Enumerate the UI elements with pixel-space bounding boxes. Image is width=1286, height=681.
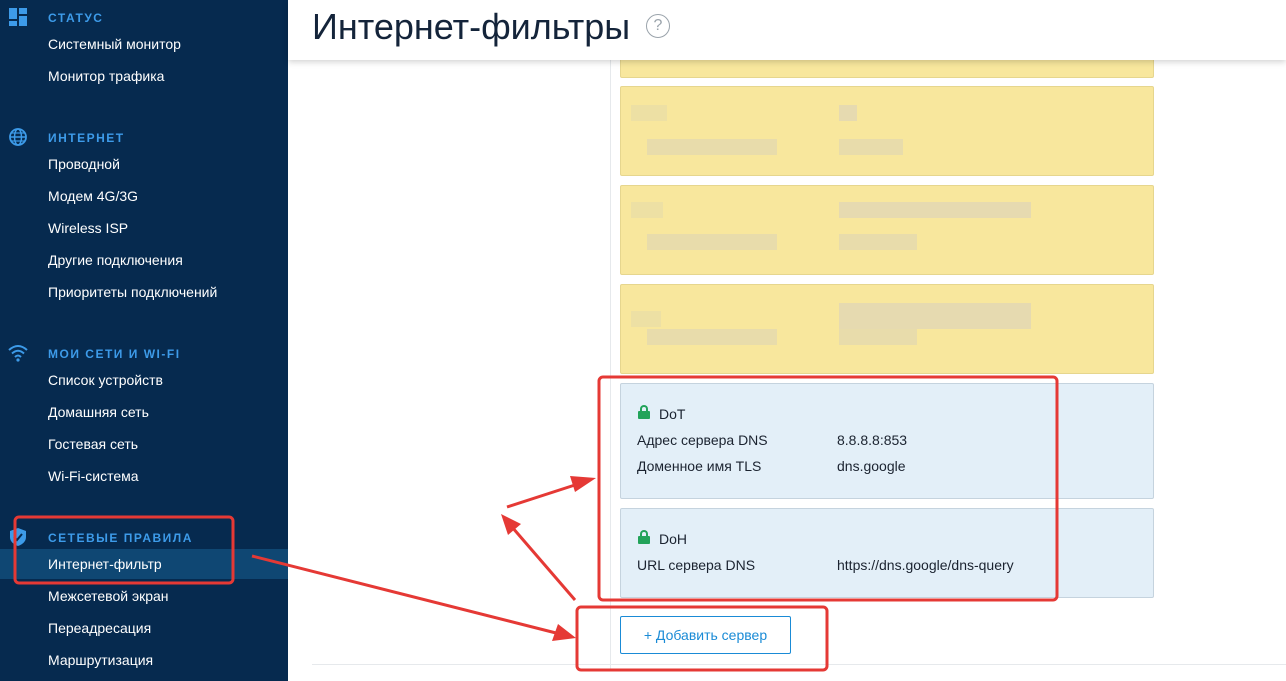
redacted-server-card	[620, 185, 1154, 275]
sidebar-item-wired[interactable]: Проводной	[0, 149, 288, 179]
server-field-label: Доменное имя TLS	[637, 458, 762, 474]
sidebar-item-label: Приоритеты подключений	[48, 284, 218, 300]
server-type: DoH	[659, 531, 688, 547]
sidebar-item-home-network[interactable]: Домашняя сеть	[0, 397, 288, 427]
section-label: СТАТУС	[48, 11, 104, 25]
sidebar-item-label: Список устройств	[48, 372, 163, 388]
lock-icon	[638, 530, 650, 544]
server-card-dot[interactable]: DoT Адрес сервера DNS 8.8.8.8:853 Доменн…	[620, 383, 1154, 499]
sidebar-item-connection-priorities[interactable]: Приоритеты подключений	[0, 277, 288, 307]
sidebar-item-wireless-isp[interactable]: Wireless ISP	[0, 213, 288, 243]
sidebar-item-label: Маршрутизация	[48, 652, 154, 668]
sidebar-item-label: Монитор трафика	[48, 68, 165, 84]
redacted-server-card	[620, 86, 1154, 176]
sidebar-item-label: Модем 4G/3G	[48, 188, 139, 204]
server-field-label: Адрес сервера DNS	[637, 432, 768, 448]
sidebar-item-label: Домашняя сеть	[48, 404, 149, 420]
shield-icon	[10, 528, 26, 546]
sidebar-item-wifi-system[interactable]: Wi-Fi-система	[0, 461, 288, 491]
sidebar-item-label: Интернет-фильтр	[48, 556, 162, 572]
help-icon[interactable]: ?	[646, 14, 670, 38]
sidebar-item-label: Гостевая сеть	[48, 436, 139, 452]
sidebar-section-network-rules: СЕТЕВЫЕ ПРАВИЛА	[0, 527, 288, 547]
server-field-value: 8.8.8.8:853	[837, 432, 908, 448]
server-field-value: dns.google	[837, 458, 906, 474]
sidebar: СТАТУС Системный монитор Монитор трафика…	[0, 0, 288, 681]
sidebar-item-label: Межсетевой экран	[48, 588, 169, 604]
sidebar-item-label: Другие подключения	[48, 252, 183, 268]
server-field-label: URL сервера DNS	[637, 557, 756, 573]
redacted-server-card	[620, 284, 1154, 374]
server-card-doh[interactable]: DoH URL сервера DNS https://dns.google/d…	[620, 508, 1154, 598]
server-type: DoT	[659, 406, 686, 422]
sidebar-item-label: Wireless ISP	[48, 220, 129, 236]
sidebar-section-networks: МОИ СЕТИ И WI-FI	[0, 343, 288, 363]
sidebar-item-label: Переадресация	[48, 620, 152, 636]
sidebar-item-device-list[interactable]: Список устройств	[0, 365, 288, 395]
section-label: ИНТЕРНЕТ	[48, 131, 125, 145]
sidebar-item-firewall[interactable]: Межсетевой экран	[0, 581, 288, 611]
sidebar-section-internet: ИНТЕРНЕТ	[0, 127, 288, 147]
divider	[312, 664, 1286, 665]
sidebar-item-routing[interactable]: Маршрутизация	[0, 645, 288, 675]
sidebar-item-guest-network[interactable]: Гостевая сеть	[0, 429, 288, 459]
section-label: СЕТЕВЫЕ ПРАВИЛА	[48, 531, 193, 545]
sidebar-item-traffic-monitor[interactable]: Монитор трафика	[0, 61, 288, 91]
server-field-value: https://dns.google/dns-query	[837, 557, 1014, 573]
sidebar-item-label: Системный монитор	[48, 36, 181, 52]
globe-icon	[9, 128, 27, 146]
sidebar-item-label: Проводной	[48, 156, 120, 172]
page-title: Интернет-фильтры	[312, 6, 631, 47]
sidebar-item-modem[interactable]: Модем 4G/3G	[0, 181, 288, 211]
sidebar-section-status: СТАТУС	[0, 7, 288, 27]
dashboard-icon	[9, 8, 27, 26]
sidebar-item-label: Wi-Fi-система	[48, 468, 139, 484]
sidebar-item-other-connections[interactable]: Другие подключения	[0, 245, 288, 275]
main-content: DoT Адрес сервера DNS 8.8.8.8:853 Доменн…	[288, 50, 1286, 681]
sidebar-item-port-forwarding[interactable]: Переадресация	[0, 613, 288, 643]
divider	[610, 60, 611, 670]
wifi-icon	[8, 345, 28, 362]
section-label: МОИ СЕТИ И WI-FI	[48, 347, 181, 361]
add-server-button[interactable]: + Добавить сервер	[620, 616, 791, 654]
sidebar-item-internet-filter[interactable]: Интернет-фильтр	[0, 549, 288, 579]
page-header: Интернет-фильтры ?	[288, 0, 1286, 60]
lock-icon	[638, 405, 650, 419]
sidebar-item-system-monitor[interactable]: Системный монитор	[0, 29, 288, 59]
